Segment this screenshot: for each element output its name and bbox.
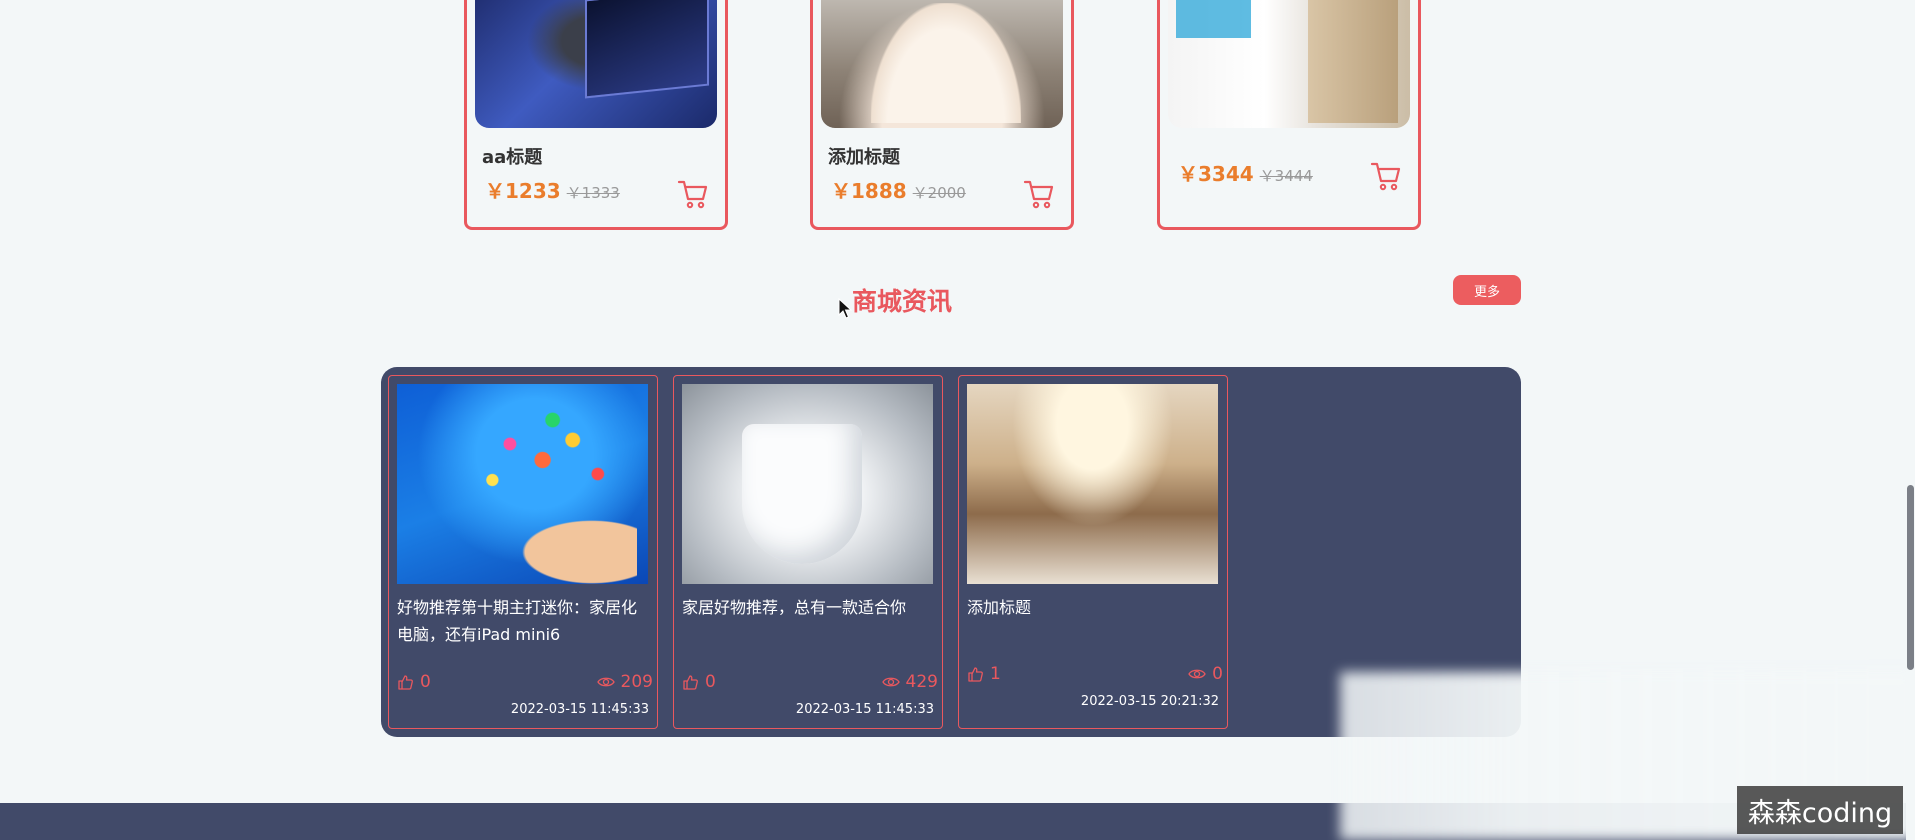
news-date: 2022-03-15 11:45:33 xyxy=(795,702,934,717)
news-stats: 0 429 xyxy=(682,672,938,692)
view-count: 429 xyxy=(905,672,938,692)
product-title[interactable]: 添加标题 xyxy=(828,143,900,169)
scrollbar-thumb[interactable] xyxy=(1907,485,1914,670)
news-image[interactable] xyxy=(682,384,933,584)
like-count: 1 xyxy=(990,664,1001,684)
view-count: 209 xyxy=(620,672,653,692)
news-title[interactable]: 添加标题 xyxy=(967,594,1217,621)
product-old-price: ￥2000 xyxy=(912,184,966,202)
news-image[interactable] xyxy=(967,384,1218,584)
product-card[interactable]: aa标题 ￥1233 ￥1333 xyxy=(464,0,728,230)
wedding-dress-image[interactable] xyxy=(821,0,1063,128)
tv-product-image[interactable] xyxy=(475,0,717,128)
eye-icon xyxy=(881,677,900,687)
like-count: 0 xyxy=(705,672,716,692)
like-count: 0 xyxy=(420,672,431,692)
eye-icon xyxy=(596,677,615,687)
view-stat: 429 xyxy=(881,672,938,692)
news-title[interactable]: 家居好物推荐，总有一款适合你 xyxy=(682,594,932,621)
news-date: 2022-03-15 11:45:33 xyxy=(510,702,649,717)
news-stats: 1 0 xyxy=(967,664,1223,684)
news-card[interactable]: 添加标题 1 0 2022-03-15 20:21:32 xyxy=(958,375,1228,729)
news-section-title: 商城资讯 xyxy=(852,287,953,316)
scrollbar-track[interactable] xyxy=(1906,0,1915,840)
cart-icon[interactable] xyxy=(1023,179,1055,209)
thumbs-up-icon xyxy=(683,674,698,690)
watermark: 森森coding xyxy=(1737,786,1903,834)
like-stat[interactable]: 0 xyxy=(397,672,431,692)
view-stat: 0 xyxy=(1188,664,1223,684)
news-card[interactable]: 好物推荐第十期主打迷你：家居化电脑，还有iPad mini6 0 209 202… xyxy=(388,375,658,729)
refrigerator-image[interactable] xyxy=(1168,0,1410,128)
more-button[interactable]: 更多 xyxy=(1453,275,1521,305)
like-stat[interactable]: 0 xyxy=(682,672,716,692)
price-row: ￥3344 ￥3444 xyxy=(1178,158,1313,187)
view-count: 0 xyxy=(1212,664,1223,684)
news-image[interactable] xyxy=(397,384,648,584)
mouse-cursor-icon xyxy=(838,298,852,319)
product-card[interactable]: 添加标题 ￥1888 ￥2000 xyxy=(810,0,1074,230)
thumbs-up-icon xyxy=(398,674,413,690)
thumbs-up-icon xyxy=(968,666,983,682)
view-stat: 209 xyxy=(596,672,653,692)
price-row: ￥1888 ￥2000 xyxy=(831,175,966,204)
product-card[interactable]: ￥3344 ￥3444 xyxy=(1157,0,1421,230)
product-price: ￥1888 xyxy=(831,179,907,203)
product-old-price: ￥3444 xyxy=(1259,167,1313,185)
news-stats: 0 209 xyxy=(397,672,653,692)
like-stat[interactable]: 1 xyxy=(967,664,1001,684)
eye-icon xyxy=(1188,669,1206,679)
product-title[interactable]: aa标题 xyxy=(482,143,542,169)
news-title[interactable]: 好物推荐第十期主打迷你：家居化电脑，还有iPad mini6 xyxy=(397,594,647,648)
product-price: ￥1233 xyxy=(485,179,561,203)
cart-icon[interactable] xyxy=(677,179,709,209)
news-card[interactable]: 家居好物推荐，总有一款适合你 0 429 2022-03-15 11:45:33 xyxy=(673,375,943,729)
product-price: ￥3344 xyxy=(1178,162,1254,186)
product-old-price: ￥1333 xyxy=(566,184,620,202)
news-date: 2022-03-15 20:21:32 xyxy=(1080,694,1219,709)
price-row: ￥1233 ￥1333 xyxy=(485,175,620,204)
cart-icon[interactable] xyxy=(1370,161,1402,191)
